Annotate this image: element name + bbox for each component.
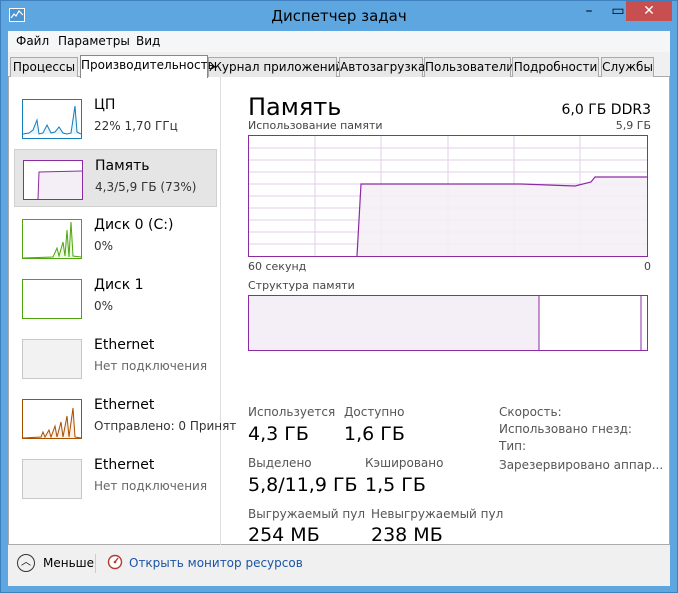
sidebar-name-cpu: ЦП <box>94 97 116 113</box>
menu-params[interactable]: Параметры <box>58 34 130 48</box>
sidebar-item-disk1[interactable]: Диск 1 0% <box>14 269 217 327</box>
fewer-details-button[interactable]: ︿ Меньше <box>17 553 101 575</box>
usage-chart-max: 5,9 ГБ <box>615 119 651 132</box>
tab-users[interactable]: Пользователи <box>424 57 514 77</box>
sidebar-name-ethernet-2: Ethernet <box>94 397 155 413</box>
axis-right-label: 0 <box>644 260 651 273</box>
slots-label: Использовано гнезд: <box>499 422 632 436</box>
performance-panel: ЦП 22% 1,70 ГГц Память 4,3/5,9 ГБ (73%) <box>8 77 670 546</box>
close-button[interactable]: ✕ <box>626 1 672 21</box>
committed-label: Выделено <box>248 456 312 470</box>
available-label: Доступно <box>344 405 405 419</box>
ethernet2-thumbnail <box>22 399 82 439</box>
memory-thumbnail <box>23 160 83 200</box>
sidebar-sub-cpu: 22% 1,70 ГГц <box>94 119 178 133</box>
structure-label: Структура памяти <box>248 279 355 292</box>
sidebar-item-memory[interactable]: Память 4,3/5,9 ГБ (73%) <box>14 149 217 207</box>
tab-processes[interactable]: Процессы <box>10 57 78 77</box>
memory-usage-chart <box>248 135 648 257</box>
task-manager-window: Диспетчер задач – ▭ ✕ Файл Параметры Вид… <box>0 0 678 593</box>
sidebar-name-memory: Память <box>95 158 150 174</box>
sidebar-name-disk1: Диск 1 <box>94 277 144 293</box>
resource-sidebar: ЦП 22% 1,70 ГГц Память 4,3/5,9 ГБ (73%) <box>9 77 236 545</box>
sidebar-name-ethernet-1: Ethernet <box>94 337 155 353</box>
minimize-button[interactable]: – <box>576 1 602 21</box>
speed-label: Скорость: <box>499 405 562 419</box>
menu-view[interactable]: Вид <box>136 34 160 48</box>
disk0-thumbnail <box>22 219 82 259</box>
used-value: 4,3 ГБ <box>248 423 309 445</box>
tab-startup[interactable]: Автозагрузка <box>339 57 425 77</box>
nonpaged-pool-label: Невыгружаемый пул <box>371 507 504 521</box>
menu-bar: Файл Параметры Вид <box>8 31 670 52</box>
tab-strip: Процессы Производительность Журнал прило… <box>8 55 670 78</box>
open-resource-monitor-link[interactable]: Открыть монитор ресурсов <box>129 556 303 570</box>
tab-details[interactable]: Подробности <box>512 57 599 77</box>
sidebar-sub-ethernet-1: Нет подключения <box>94 359 208 373</box>
memory-detail: Память 6,0 ГБ DDR3 Использование памяти … <box>244 77 664 546</box>
sidebar-sub-ethernet-3: Нет подключения <box>94 479 208 493</box>
ethernet3-thumbnail <box>22 459 82 499</box>
nonpaged-pool-value: 238 МБ <box>371 524 443 546</box>
hardware-reserved-label: Зарезервировано аппар... <box>499 458 664 472</box>
committed-value: 5,8/11,9 ГБ <box>248 474 358 496</box>
sidebar-sub-disk0: 0% <box>94 239 114 253</box>
cached-value: 1,5 ГБ <box>365 474 426 496</box>
cpu-thumbnail <box>22 99 82 139</box>
tab-app-history[interactable]: Журнал приложений <box>208 57 343 77</box>
resource-monitor-icon <box>107 554 123 570</box>
title-bar[interactable]: Диспетчер задач – ▭ ✕ <box>1 1 677 31</box>
footer-divider <box>95 554 96 573</box>
sidebar-item-ethernet-2[interactable]: Ethernet Отправлено: 0 Принят <box>14 389 236 447</box>
sidebar-item-disk0[interactable]: Диск 0 (C:) 0% <box>14 209 217 267</box>
sidebar-item-ethernet-1[interactable]: Ethernet Нет подключения <box>14 329 217 387</box>
memory-spec: 6,0 ГБ DDR3 <box>561 102 651 118</box>
sidebar-item-ethernet-3[interactable]: Ethernet Нет подключения <box>14 449 217 507</box>
client-area: Файл Параметры Вид Процессы Производител… <box>8 31 670 586</box>
paged-pool-value: 254 МБ <box>248 524 320 546</box>
sidebar-sub-memory: 4,3/5,9 ГБ (73%) <box>95 180 197 194</box>
page-title: Память <box>248 93 342 121</box>
usage-chart-label: Использование памяти <box>248 119 383 132</box>
tab-services[interactable]: Службы <box>601 57 654 77</box>
chevron-up-icon: ︿ <box>17 554 35 572</box>
tab-performance[interactable]: Производительность <box>80 55 215 78</box>
fewer-details-label: Меньше <box>43 556 95 570</box>
sidebar-name-disk0: Диск 0 (C:) <box>94 217 174 233</box>
sidebar-name-ethernet-3: Ethernet <box>94 457 155 473</box>
ethernet1-thumbnail <box>22 339 82 379</box>
sidebar-sub-disk1: 0% <box>94 299 114 313</box>
sidebar-sub-ethernet-2: Отправлено: 0 Принят <box>94 419 237 433</box>
available-value: 1,6 ГБ <box>344 423 405 445</box>
disk1-thumbnail <box>22 279 82 319</box>
memory-structure-bar <box>248 295 648 351</box>
cached-label: Кэшировано <box>365 456 444 470</box>
footer-bar: ︿ Меньше Открыть монитор ресурсов <box>8 545 670 586</box>
menu-file[interactable]: Файл <box>16 34 49 48</box>
axis-left-label: 60 секунд <box>248 260 307 273</box>
paged-pool-label: Выгружаемый пул <box>248 507 366 521</box>
sidebar-item-cpu[interactable]: ЦП 22% 1,70 ГГц <box>14 89 217 147</box>
form-factor-label: Тип: <box>499 439 527 453</box>
used-label: Используется <box>248 405 336 419</box>
